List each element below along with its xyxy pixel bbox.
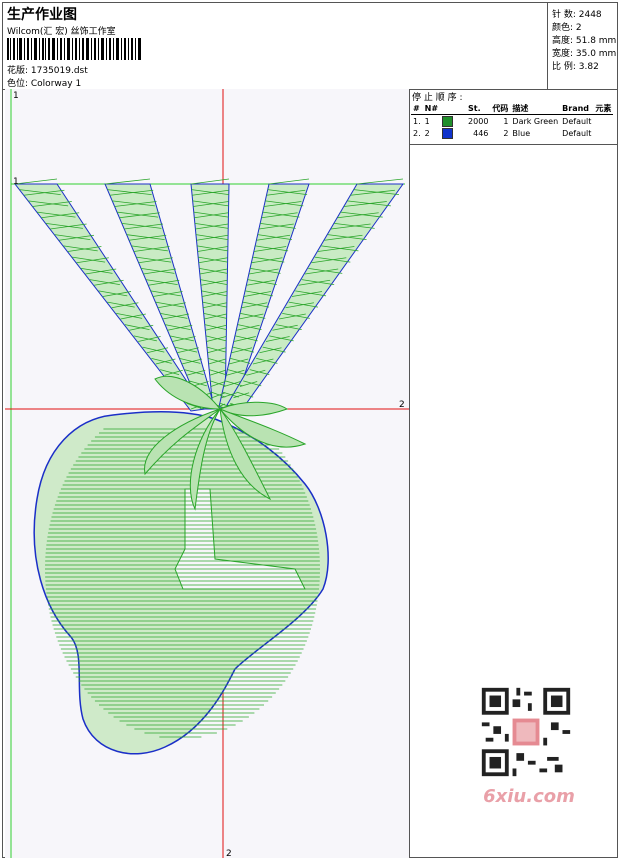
design-canvas[interactable]: 1 1 2 2 bbox=[5, 89, 410, 858]
col-number: N# bbox=[422, 103, 441, 115]
row-number: 2 bbox=[424, 128, 430, 138]
color-swatch bbox=[442, 127, 454, 139]
right-guide-marker: 2 bbox=[399, 400, 405, 410]
row-code: 2 bbox=[503, 128, 509, 138]
color-swatch bbox=[442, 115, 454, 127]
col-description: 描述 bbox=[510, 103, 561, 115]
color-count: 颜色: 2 bbox=[552, 23, 582, 33]
design-file-name: 花版: 1735019.dst bbox=[7, 66, 88, 76]
studio-name: Wilcom(汇 宏) 丝饰工作室 bbox=[7, 27, 116, 37]
col-brand: Brand bbox=[560, 103, 594, 115]
row-element bbox=[593, 127, 613, 139]
table-row[interactable]: 1. 1 2000 1 Dark Green Default bbox=[411, 115, 613, 128]
stitch-count: 针 数: 2448 bbox=[552, 10, 602, 20]
col-index: # bbox=[411, 103, 423, 115]
colorway-label: 色位: Colorway 1 bbox=[7, 79, 82, 89]
leaf-fronds bbox=[13, 178, 404, 412]
design-scale: 比 例: 3.82 bbox=[552, 62, 599, 72]
row-brand: Default bbox=[562, 128, 592, 138]
watermark: 6xiu.com bbox=[470, 682, 588, 810]
top-guide-marker: 1 bbox=[13, 177, 19, 187]
row-number: 1 bbox=[424, 116, 430, 126]
row-stitches: 2000 bbox=[468, 116, 489, 126]
col-code: 代码 bbox=[490, 103, 511, 115]
row-description: Blue bbox=[512, 128, 531, 138]
stats-panel: 针 数: 2448 颜色: 2 高度: 51.8 mm 宽度: 35.0 mm … bbox=[547, 3, 618, 89]
bottom-guide-marker: 2 bbox=[226, 849, 232, 858]
row-index: 2. bbox=[413, 128, 421, 138]
row-code: 1 bbox=[503, 116, 509, 126]
stop-sequence-table: # N# St. 代码 描述 Brand 元素 1. 1 2000 1 Dark… bbox=[411, 103, 614, 139]
row-brand: Default bbox=[562, 116, 592, 126]
design-width: 宽度: 35.0 mm bbox=[552, 49, 617, 59]
table-row[interactable]: 2. 2 446 2 Blue Default bbox=[411, 127, 613, 139]
embroidery-preview: 1 1 2 2 bbox=[5, 89, 409, 858]
row-element bbox=[593, 115, 613, 128]
row-stitches: 446 bbox=[473, 128, 489, 138]
col-stitches: St. bbox=[466, 103, 491, 115]
header: 生产作业图 Wilcom(汇 宏) 丝饰工作室 花版: 1735019.dst … bbox=[3, 3, 617, 90]
row-description: Dark Green bbox=[512, 116, 559, 126]
watermark-text: 6xiu.com bbox=[483, 786, 575, 807]
stop-sequence-panel: 停 止 顺 序 : # N# St. 代码 描述 Brand 元素 1. 1 2… bbox=[410, 89, 617, 145]
sheet-title: 生产作业图 bbox=[7, 7, 77, 23]
barcode bbox=[7, 38, 141, 60]
design-height: 高度: 51.8 mm bbox=[552, 36, 617, 46]
qr-code bbox=[478, 684, 574, 780]
row-index: 1. bbox=[413, 116, 421, 126]
stop-sequence-title: 停 止 顺 序 : bbox=[412, 93, 463, 103]
col-swatch bbox=[440, 103, 467, 115]
top-left-marker: 1 bbox=[13, 91, 19, 101]
col-element: 元素 bbox=[593, 103, 614, 115]
